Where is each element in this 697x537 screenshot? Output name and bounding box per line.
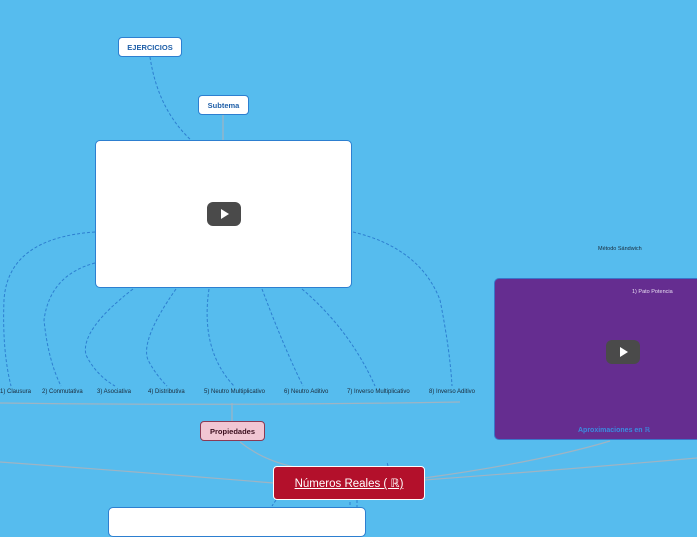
exercises-label: EJERCICIOS	[127, 42, 173, 52]
property-neutro-multiplicativo[interactable]: 5) Neutro Multiplicativo	[204, 389, 265, 395]
approximations-label[interactable]: Aproximaciones en ℝ	[578, 426, 650, 434]
main-topic-node[interactable]: Números Reales ( ℝ)	[273, 466, 425, 500]
play-icon[interactable]	[606, 340, 640, 364]
method-sandwich-label[interactable]: Método Sándwich	[598, 246, 642, 252]
property-inverso-multiplicativo[interactable]: 7) Inverso Multiplicativo	[347, 389, 410, 395]
video-card[interactable]	[95, 140, 352, 288]
property-distributiva[interactable]: 4) Distributiva	[148, 389, 185, 395]
exercises-node[interactable]: EJERCICIOS	[118, 37, 182, 57]
play-icon[interactable]	[207, 202, 241, 226]
properties-label: Propiedades	[209, 426, 255, 436]
property-inverso-aditivo[interactable]: 8) Inverso Aditivo	[429, 389, 475, 395]
properties-node[interactable]: Propiedades	[200, 421, 265, 441]
main-topic-label: Números Reales ( ℝ)	[294, 478, 404, 490]
subtopic-node[interactable]: Subtema	[198, 95, 249, 115]
bottom-card[interactable]	[108, 507, 366, 537]
property-clausura[interactable]: 1) Clausura	[0, 389, 31, 395]
subtopic-label: Subtema	[207, 100, 240, 110]
approximations-video-panel[interactable]: 1) Pato Potencia Aproximaciones en ℝ	[494, 278, 697, 440]
approximation-item-label[interactable]: 1) Pato Potencia	[632, 289, 673, 295]
property-neutro-aditivo[interactable]: 6) Neutro Aditivo	[284, 389, 328, 395]
property-conmutativa[interactable]: 2) Conmutativa	[42, 389, 83, 395]
property-asociativa[interactable]: 3) Asociativa	[97, 389, 131, 395]
